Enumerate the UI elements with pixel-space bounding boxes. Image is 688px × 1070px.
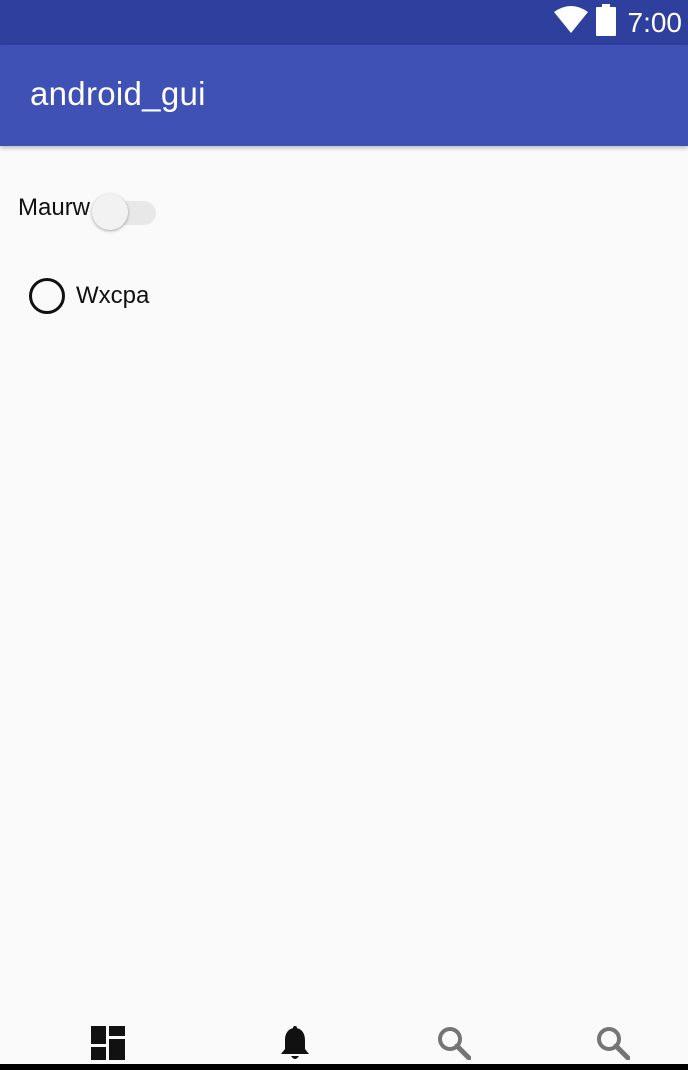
nav-item-dashboard[interactable] [88, 1026, 128, 1064]
switch-row[interactable]: Maurw [18, 190, 158, 230]
wxcpa-radio-button[interactable] [29, 278, 65, 314]
bottom-navigation [0, 1016, 688, 1064]
maurw-switch[interactable] [92, 190, 158, 230]
status-time: 7:00 [627, 6, 683, 38]
app-title: android_gui [30, 75, 206, 112]
screen: 7:00 android_gui Maurw Wxcpa [0, 0, 688, 1070]
search-icon [596, 1026, 631, 1065]
nav-item-notifications[interactable] [275, 1026, 315, 1064]
wifi-icon [553, 6, 588, 39]
bottom-edge [0, 1064, 688, 1070]
nav-item-search-2[interactable] [593, 1026, 633, 1064]
switch-label: Maurw [18, 194, 91, 221]
status-icons: 7:00 [553, 0, 683, 45]
notifications-icon [279, 1026, 311, 1067]
search-icon [437, 1026, 472, 1065]
app-bar: android_gui [0, 45, 688, 146]
nav-item-search-1[interactable] [434, 1026, 474, 1064]
content-area: Maurw Wxcpa [0, 146, 688, 1016]
switch-thumb[interactable] [92, 194, 129, 230]
battery-icon [595, 4, 616, 41]
status-bar: 7:00 [0, 0, 688, 45]
radio-row[interactable]: Wxcpa [29, 276, 149, 316]
radio-label: Wxcpa [76, 282, 150, 309]
dashboard-icon [91, 1026, 125, 1065]
